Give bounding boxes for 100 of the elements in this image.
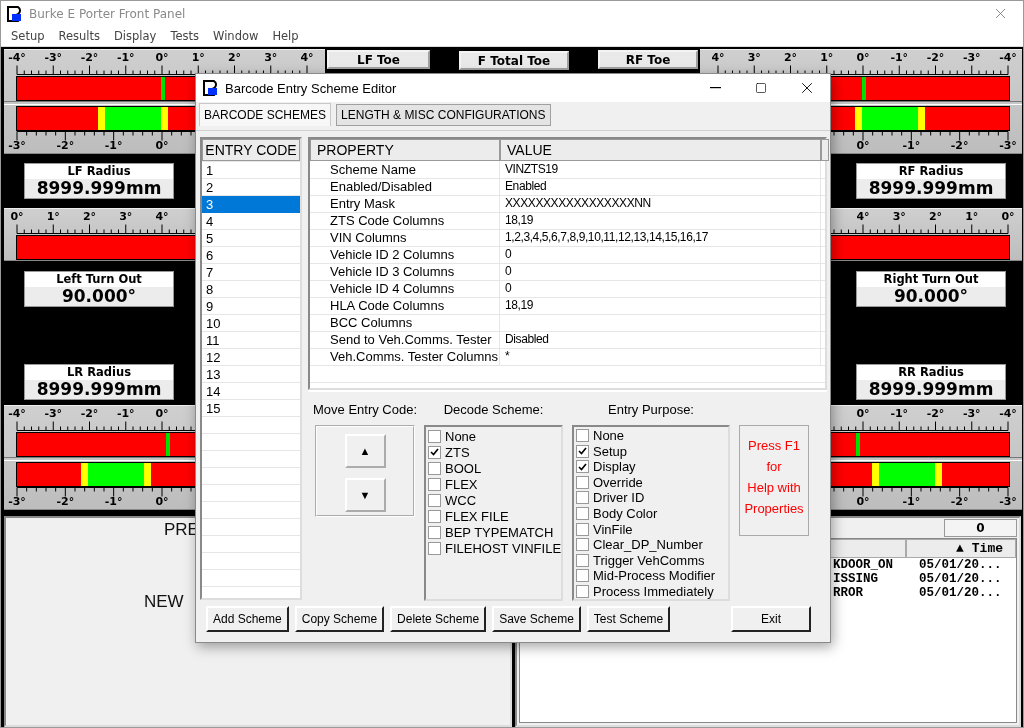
scale-label: 1° [46, 210, 60, 223]
scale-label: -2° [80, 51, 99, 64]
checkbox[interactable]: WCC [428, 492, 561, 508]
minimize-icon [709, 87, 721, 89]
scale-label: 3° [747, 51, 761, 64]
scale-label: -3° [962, 51, 981, 64]
scale-label: -4° [999, 407, 1017, 420]
checkbox[interactable]: FLEX [428, 476, 561, 492]
event-time: 05/01/20... [919, 586, 1002, 600]
scale-label: 0° [10, 210, 24, 223]
scale-label: -2° [926, 407, 945, 420]
list-item[interactable]: 14 [202, 383, 300, 400]
menu-item[interactable]: Help [265, 29, 306, 43]
group-label: Entry Purpose: [608, 402, 694, 418]
scale-label: -4° [8, 51, 26, 64]
menu-item[interactable]: Tests [163, 29, 207, 43]
scheme-button[interactable]: Add Scheme [206, 606, 289, 632]
tab[interactable]: LENGTH & MISC CONFIGURATIONS [336, 104, 551, 126]
list-item[interactable]: 6 [202, 247, 300, 264]
scale-label: 4° [155, 210, 169, 223]
scale-label: -1° [104, 139, 123, 152]
table-cell: Scheme Name [310, 161, 500, 178]
scale-label: 3° [892, 210, 906, 223]
event-name: RROR [833, 586, 864, 600]
column-header[interactable]: ▲ Time [906, 539, 1016, 558]
readout-value: 8999.999mm [857, 380, 1005, 399]
tab[interactable]: BARCODE SCHEMES [199, 103, 332, 126]
scale-label: -1° [890, 407, 909, 420]
scale-label: 0° [856, 51, 870, 64]
list-item[interactable]: 9 [202, 298, 300, 315]
table-cell: BCC Columns [310, 314, 500, 331]
menu-item[interactable]: Window [206, 29, 266, 43]
list-item[interactable]: 15 [202, 400, 300, 417]
scale-label: -4° [8, 407, 26, 420]
list-item[interactable]: 10 [202, 315, 300, 332]
list-item[interactable]: 11 [202, 332, 300, 349]
scheme-button[interactable]: Save Scheme [492, 606, 581, 632]
table-cell: * [500, 348, 821, 365]
list-item[interactable]: 1 [202, 162, 300, 179]
scale-label: -3° [999, 139, 1017, 152]
table-cell: 1,2,3,4,5,6,7,8,9,10,11,12,13,14,15,16,17 [500, 229, 821, 246]
scale-label: 0° [155, 495, 169, 508]
checkbox[interactable]: ZTS [428, 444, 561, 460]
checkbox[interactable]: BOOL [428, 460, 561, 476]
checkbox[interactable]: None [576, 428, 728, 444]
menu-item[interactable]: Display [107, 29, 164, 43]
move-button[interactable]: ▼ [344, 478, 386, 512]
table-cell: Enabled [500, 178, 821, 195]
scale-label: 0° [856, 139, 870, 152]
scheme-button[interactable]: Test Scheme [586, 606, 671, 632]
table-cell: Vehicle ID 3 Columns [310, 263, 500, 280]
exit-button[interactable]: Exit [731, 606, 811, 632]
checkbox[interactable]: FILEHOST VINFILE [428, 540, 561, 556]
table-cell: Veh.Comms. Tester Columns [310, 348, 500, 365]
checkbox[interactable]: Setup [576, 443, 728, 460]
checkbox[interactable]: None [428, 428, 561, 444]
list-item[interactable]: 12 [202, 349, 300, 366]
maximize-icon [755, 82, 767, 94]
sort-glyph: ▲ [955, 541, 964, 556]
scale-label: 3° [264, 51, 278, 64]
scale-label: -2° [56, 495, 75, 508]
checkbox[interactable]: Mid-Process Modifier [576, 567, 728, 584]
checkbox[interactable]: Trigger VehComms [576, 552, 728, 568]
scale-label: -1° [116, 407, 135, 420]
checkbox[interactable]: Body Color [576, 505, 728, 522]
checkbox[interactable]: Driver ID [576, 490, 728, 506]
table-cell: Vehicle ID 2 Columns [310, 246, 500, 263]
event-name: ISSING [833, 572, 879, 586]
table-cell: Disabled [500, 331, 821, 348]
checkbox[interactable]: VinFile [576, 521, 728, 537]
scale-label: -1° [902, 495, 921, 508]
table-cell: Vehicle ID 4 Columns [310, 280, 500, 297]
column-header: VALUE [500, 139, 821, 161]
list-item[interactable]: 5 [202, 230, 300, 247]
logo-icon [203, 80, 219, 96]
checkbox[interactable]: Process Immediately [576, 583, 728, 599]
help-note: Press F1 for Help with Properties [739, 425, 809, 536]
checkbox[interactable]: Override [576, 474, 728, 491]
checkbox[interactable]: Display [576, 459, 728, 475]
list-item[interactable]: 13 [202, 366, 300, 383]
menu-item[interactable]: Results [51, 29, 107, 43]
checkbox[interactable]: BEP TYPEMATCH [428, 524, 561, 540]
list-item[interactable]: 2 [202, 179, 300, 196]
menu-item[interactable]: Setup [4, 29, 52, 43]
move-button[interactable]: ▲ [344, 434, 386, 468]
list-item[interactable]: 3 [202, 196, 300, 213]
scale-label: 3° [119, 210, 133, 223]
readout-value: 90.000° [857, 287, 1005, 306]
scheme-button[interactable]: Copy Scheme [294, 606, 385, 632]
scale-label: 4° [300, 51, 314, 64]
list-item[interactable]: 4 [202, 213, 300, 230]
check-icon [430, 448, 439, 456]
checkbox[interactable]: Clear_DP_Number [576, 536, 728, 553]
scale-label: 0° [155, 139, 169, 152]
checkbox[interactable]: FLEX FILE [428, 508, 561, 524]
list-item[interactable]: 7 [202, 264, 300, 281]
scheme-button[interactable]: Delete Scheme [390, 606, 487, 632]
list-item[interactable]: 8 [202, 281, 300, 298]
scale-label: -3° [8, 495, 26, 508]
readout-value: 8999.999mm [25, 179, 173, 198]
